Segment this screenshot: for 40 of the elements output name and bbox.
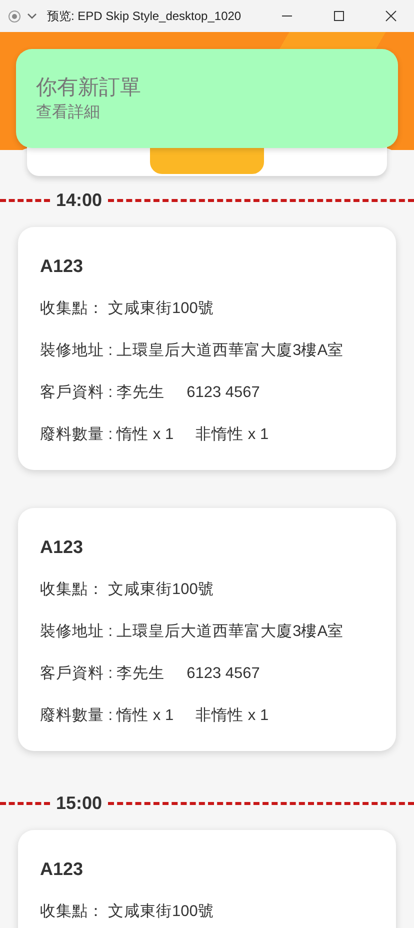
field-value: 李先生 — [116, 383, 165, 403]
field-label: 客戶資料 : — [40, 664, 113, 684]
close-icon[interactable] — [385, 10, 397, 22]
field-value: 非惰性 x 1 — [196, 425, 269, 445]
time-label: 14:00 — [55, 190, 104, 210]
field-label: 收集點： — [40, 580, 104, 600]
chevron-down-icon[interactable] — [27, 13, 37, 19]
time-label: 15:00 — [55, 792, 104, 814]
field-label: 裝修地址 : — [40, 622, 113, 642]
field-value: 文咸東街100號 — [108, 580, 214, 600]
field-label: 收集點： — [40, 902, 104, 922]
field-value: 6123 4567 — [186, 664, 260, 684]
order-card[interactable]: A123 收集點： 文咸東街100號 裝修地址 : 上環皇后大道西華富大廈3樓A室 客戶資料 : 李先生 6123 4567 廢料數量 : 惰性 x 1 非惰性 x 1 — [18, 508, 396, 751]
field-label: 廢料數量 : — [40, 706, 113, 726]
time-divider — [0, 802, 50, 804]
order-card[interactable]: A123 收集點： 文咸東街100號 裝修地址 : 上環皇后大道西華富大廈3樓A室 客戶資料 : 李先生 6123 4567 廢料數量 : 惰性 x 1 非惰性 x 1 — [18, 227, 396, 470]
field-value: 惰性 x 1 — [116, 425, 174, 445]
maximize-icon[interactable] — [333, 10, 345, 22]
field-label: 客戶資料 : — [40, 383, 113, 403]
notification-title: 你有新訂單 — [36, 74, 142, 100]
field-value: 李先生 — [116, 664, 165, 684]
new-order-toast[interactable]: 你有新訂單 查看詳細 — [16, 49, 398, 148]
field-value: 6123 4567 — [186, 383, 260, 403]
field-value: 惰性 x 1 — [116, 706, 174, 726]
order-id: A123 — [40, 536, 84, 559]
field-value: 非惰性 x 1 — [196, 706, 269, 726]
notification-subtitle: 查看詳細 — [36, 102, 101, 122]
field-value: 文咸東街100號 — [108, 902, 214, 922]
window-title: 预览: EPD Skip Style_desktop_1020 — [47, 8, 242, 24]
time-divider — [0, 198, 50, 202]
order-id: A123 — [40, 255, 84, 278]
order-card[interactable]: A123 收集點： 文咸東街100號 — [18, 830, 396, 928]
record-icon[interactable] — [8, 10, 21, 22]
field-label: 裝修地址 : — [40, 341, 113, 361]
field-value: 上環皇后大道西華富大廈3樓A室 — [116, 340, 344, 361]
field-label: 收集點： — [40, 299, 104, 319]
order-id: A123 — [40, 858, 84, 881]
field-value: 文咸東街100號 — [108, 299, 214, 319]
field-label: 廢料數量 : — [40, 425, 113, 445]
field-value: 上環皇后大道西華富大廈3樓A室 — [116, 622, 344, 642]
